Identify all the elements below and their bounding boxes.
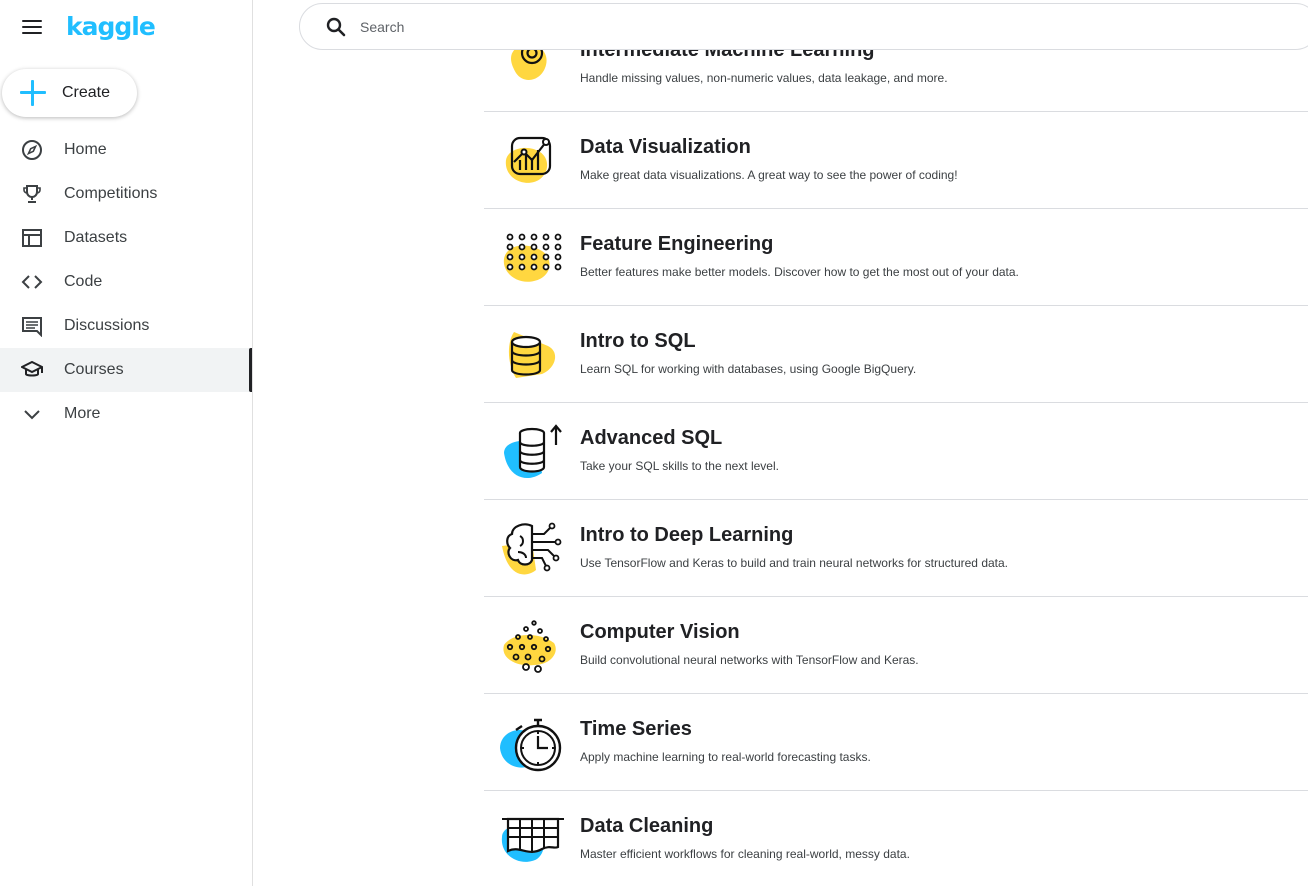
course-list: Intermediate Machine Learning Handle mis… [484, 15, 1308, 886]
course-description: Make great data visualizations. A great … [580, 168, 958, 182]
sidebar-item-more[interactable]: More [0, 392, 252, 436]
course-description: Master efficient workflows for cleaning … [580, 847, 910, 861]
stopwatch-icon [498, 714, 564, 776]
search-input[interactable] [360, 18, 960, 35]
sidebar-item-label: Courses [64, 361, 124, 378]
sidebar-item-datasets[interactable]: Datasets [0, 216, 252, 260]
create-button-label: Create [62, 84, 111, 101]
comments-icon [20, 314, 44, 338]
code-icon [20, 270, 44, 294]
chevron-down-icon [20, 402, 44, 426]
chart-icon [498, 132, 564, 194]
course-item-time-series[interactable]: Time Series Apply machine learning to re… [484, 694, 1308, 791]
database-up-icon [498, 423, 564, 485]
sidebar-item-code[interactable]: Code [0, 260, 252, 304]
sidebar-nav: Home Competitions Datasets Code Discussi… [0, 128, 252, 436]
search-icon[interactable] [324, 15, 348, 39]
trophy-icon [20, 182, 44, 206]
dots-grid-icon [498, 229, 564, 291]
sidebar-item-competitions[interactable]: Competitions [0, 172, 252, 216]
course-description: Learn SQL for working with databases, us… [580, 362, 917, 376]
course-title: Intro to Deep Learning [580, 524, 794, 546]
grid-sheet-icon [498, 811, 564, 873]
sidebar-item-label: Code [64, 273, 103, 290]
course-item-computer-vision[interactable]: Computer Vision Build convolutional neur… [484, 597, 1308, 694]
sidebar-item-home[interactable]: Home [0, 128, 252, 172]
course-description: Take your SQL skills to the next level. [580, 459, 779, 473]
course-item-advanced-sql[interactable]: Advanced SQL Take your SQL skills to the… [484, 403, 1308, 500]
course-description: Use TensorFlow and Keras to build and tr… [580, 556, 1009, 570]
sidebar-item-label: Competitions [64, 185, 158, 202]
sidebar-item-label: Datasets [64, 229, 128, 246]
plus-icon [18, 78, 48, 108]
sidebar-item-discussions[interactable]: Discussions [0, 304, 252, 348]
course-item-intro-sql[interactable]: Intro to SQL Learn SQL for working with … [484, 306, 1308, 403]
pixels-icon [498, 617, 564, 679]
sidebar-item-label: More [64, 405, 101, 422]
school-icon [20, 358, 44, 382]
sidebar: kaggle Create Home Competitions Datasets [0, 0, 253, 886]
course-title: Feature Engineering [580, 233, 774, 255]
search-bar [299, 3, 1308, 50]
kaggle-logo[interactable]: kaggle [66, 12, 156, 41]
course-description: Build convolutional neural networks with… [580, 653, 919, 667]
course-description: Apply machine learning to real-world for… [580, 750, 871, 764]
menu-icon[interactable] [20, 16, 44, 40]
course-item-intro-deep-learning[interactable]: Intro to Deep Learning Use TensorFlow an… [484, 500, 1308, 597]
create-button[interactable]: Create [2, 69, 137, 117]
sidebar-item-courses[interactable]: Courses [0, 348, 252, 392]
course-title: Computer Vision [580, 621, 740, 643]
course-title: Time Series [580, 718, 692, 740]
course-title: Data Visualization [580, 136, 751, 158]
course-title: Advanced SQL [580, 427, 723, 449]
course-description: Better features make better models. Disc… [580, 265, 1019, 279]
course-item-data-cleaning[interactable]: Data Cleaning Master efficient workflows… [484, 791, 1308, 886]
sidebar-item-label: Discussions [64, 317, 150, 334]
table-icon [20, 226, 44, 250]
course-item-feature-engineering[interactable]: Feature Engineering Better features make… [484, 209, 1308, 306]
course-title: Intro to SQL [580, 330, 696, 352]
database-icon [498, 326, 564, 388]
course-title: Data Cleaning [580, 815, 714, 837]
compass-icon [20, 138, 44, 162]
course-description: Handle missing values, non-numeric value… [580, 71, 948, 85]
sidebar-item-label: Home [64, 141, 107, 158]
course-item-data-visualization[interactable]: Data Visualization Make great data visua… [484, 112, 1308, 209]
brain-icon [498, 520, 564, 582]
